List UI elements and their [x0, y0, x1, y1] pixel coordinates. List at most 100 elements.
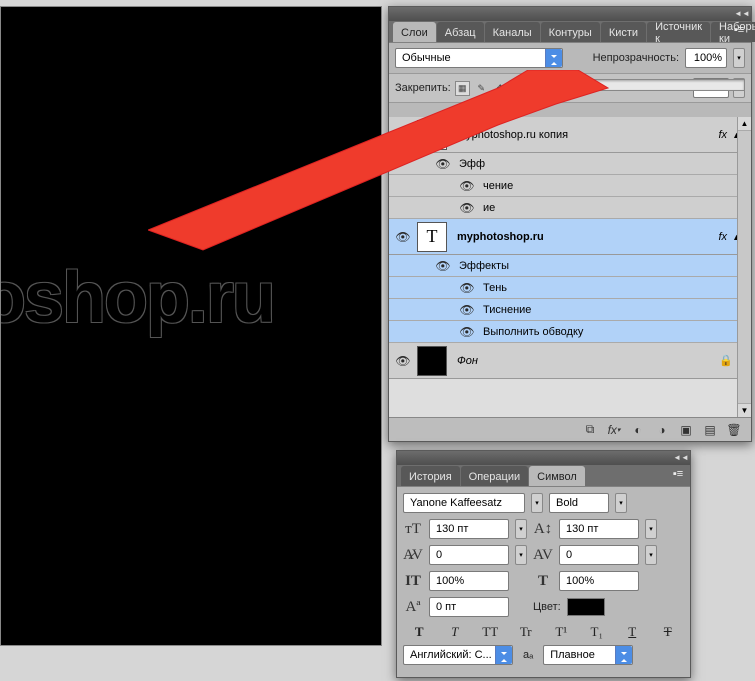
tracking-icon: AV [533, 547, 553, 564]
effects-header-row[interactable]: 👁 Эффекты [389, 255, 751, 277]
effect-name: Тень [483, 282, 507, 294]
allcaps-button[interactable]: TT [480, 623, 500, 641]
smallcaps-button[interactable]: Tr [516, 623, 536, 641]
font-family-select[interactable]: Yanone Kaffeesatz [403, 493, 525, 513]
faux-bold-button[interactable]: T [409, 623, 429, 641]
layer-row[interactable]: 👁 T myphotoshop.ru копия fx ▲ [389, 117, 751, 153]
font-style-value: Bold [556, 497, 578, 509]
fill-slider-thumb[interactable] [536, 78, 544, 92]
antialias-value: Плавное [550, 649, 595, 661]
leading-popup-icon[interactable]: ▾ [645, 519, 657, 539]
underline-button[interactable]: T [622, 623, 642, 641]
strikethrough-button[interactable]: Ŧ [658, 623, 678, 641]
opacity-input[interactable]: 100% [685, 48, 727, 68]
font-size-popup-icon[interactable]: ▾ [515, 519, 527, 539]
font-style-select[interactable]: Bold [549, 493, 609, 513]
visibility-icon[interactable]: 👁 [457, 303, 477, 317]
visibility-icon[interactable]: 👁 [457, 325, 477, 339]
language-select[interactable]: Английский: С... [403, 645, 513, 665]
kerning-popup-icon[interactable]: ▾ [515, 545, 527, 565]
effect-name: чение [483, 180, 513, 192]
layer-thumbnail[interactable] [417, 346, 447, 376]
baseline-value: 0 пт [436, 601, 456, 613]
fx-badge[interactable]: fx [718, 231, 727, 243]
visibility-icon[interactable]: 👁 [393, 354, 413, 368]
lock-all-icon[interactable]: 🔒 [512, 81, 527, 96]
hscale-input[interactable]: 100% [559, 571, 639, 591]
fx-menu-icon[interactable]: fx▾ [605, 421, 623, 439]
canvas[interactable]: hotoshop.ru [0, 6, 382, 646]
effects-label: Эфф [459, 158, 485, 170]
layers-scrollbar[interactable]: ▲ ▼ [737, 117, 751, 417]
tracking-input[interactable]: 0 [559, 545, 639, 565]
layer-thumbnail[interactable]: T [417, 120, 447, 150]
effect-row[interactable]: 👁 чение [389, 175, 751, 197]
hscale-icon: T [533, 573, 553, 590]
vscale-icon: IT [403, 573, 423, 590]
fill-slider[interactable] [535, 79, 745, 91]
text-color-swatch[interactable] [567, 598, 605, 616]
link-layers-icon[interactable]: ⧉ [581, 421, 599, 439]
antialias-select[interactable]: Плавное [543, 645, 633, 665]
leading-input[interactable]: 130 пт [559, 519, 639, 539]
vscale-input[interactable]: 100% [429, 571, 509, 591]
tab-paragraph[interactable]: Абзац [437, 22, 484, 42]
effects-header-row[interactable]: 👁 Эфф [389, 153, 751, 175]
effect-name: ие [483, 202, 495, 214]
subscript-button[interactable]: T₁ [587, 623, 607, 641]
panel-menu-icon[interactable]: ▪≡ [731, 24, 747, 38]
font-style-popup-icon[interactable]: ▾ [615, 493, 627, 513]
lock-transparency-icon[interactable]: ▦ [455, 81, 470, 96]
tab-channels[interactable]: Каналы [485, 22, 540, 42]
collapse-icon[interactable]: ◄◄ [736, 9, 748, 19]
visibility-icon[interactable]: 👁 [457, 201, 477, 215]
panel-header[interactable]: ◄◄ [389, 7, 751, 21]
visibility-icon[interactable]: 👁 [393, 230, 413, 244]
tab-history[interactable]: История [401, 466, 460, 486]
panel-menu-icon[interactable]: ▪≡ [670, 468, 686, 482]
fx-badge[interactable]: fx [718, 129, 727, 141]
visibility-icon[interactable]: 👁 [457, 179, 477, 193]
kerning-input[interactable]: 0 [429, 545, 509, 565]
layers-list: 👁 T myphotoshop.ru копия fx ▲ 👁 Эфф 👁 че… [389, 117, 751, 417]
layer-name: myphotoshop.ru [457, 231, 544, 243]
opacity-popup-icon[interactable]: ▾ [733, 48, 745, 68]
tab-actions[interactable]: Операции [461, 466, 528, 486]
effect-row[interactable]: 👁 Тиснение [389, 299, 751, 321]
layer-row[interactable]: 👁 T myphotoshop.ru fx ▲ [389, 219, 751, 255]
tab-paths[interactable]: Контуры [541, 22, 600, 42]
layer-thumbnail[interactable]: T [417, 222, 447, 252]
font-family-popup-icon[interactable]: ▾ [531, 493, 543, 513]
tracking-popup-icon[interactable]: ▾ [645, 545, 657, 565]
effect-row[interactable]: 👁 Тень [389, 277, 751, 299]
blend-mode-select[interactable]: Обычные [395, 48, 563, 68]
effect-row[interactable]: 👁 ие [389, 197, 751, 219]
tab-clone[interactable]: Источник к [647, 22, 710, 42]
visibility-icon[interactable]: 👁 [393, 128, 413, 142]
tab-layers[interactable]: Слои [393, 22, 436, 42]
scroll-up-icon[interactable]: ▲ [738, 117, 751, 131]
font-size-input[interactable]: 130 пт [429, 519, 509, 539]
collapse-icon[interactable]: ◄◄ [675, 453, 687, 463]
panel-header[interactable]: ◄◄ [397, 451, 690, 465]
faux-italic-button[interactable]: T [445, 623, 465, 641]
scroll-down-icon[interactable]: ▼ [738, 403, 751, 417]
trash-icon[interactable]: 🗑 [725, 421, 743, 439]
effect-row[interactable]: 👁 Выполнить обводку [389, 321, 751, 343]
group-icon[interactable]: ▣ [677, 421, 695, 439]
mask-icon[interactable]: ◐ [629, 421, 647, 439]
visibility-icon[interactable]: 👁 [433, 259, 453, 273]
lock-brush-icon[interactable]: ✎ [474, 81, 489, 96]
tab-brushes[interactable]: Кисти [601, 22, 646, 42]
layer-name: myphotoshop.ru копия [457, 129, 568, 141]
new-layer-icon[interactable]: ▤ [701, 421, 719, 439]
layer-row[interactable]: 👁 Фон 🔒 [389, 343, 751, 379]
visibility-icon[interactable]: 👁 [457, 281, 477, 295]
visibility-icon[interactable]: 👁 [433, 157, 453, 171]
text-style-row: T T TT Tr T¹ T₁ T Ŧ [403, 623, 684, 641]
lock-move-icon[interactable]: ✥ [493, 81, 508, 96]
tab-character[interactable]: Символ [529, 466, 585, 486]
baseline-input[interactable]: 0 пт [429, 597, 509, 617]
adjustment-icon[interactable]: ◑ [653, 421, 671, 439]
superscript-button[interactable]: T¹ [551, 623, 571, 641]
